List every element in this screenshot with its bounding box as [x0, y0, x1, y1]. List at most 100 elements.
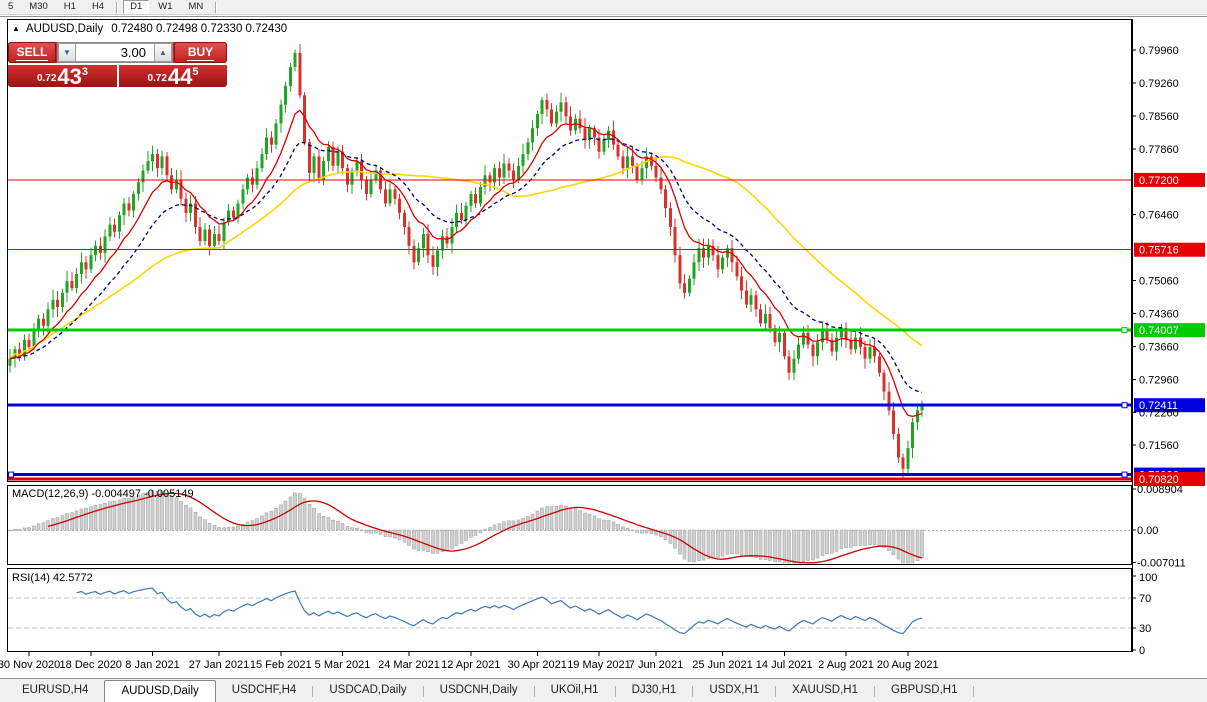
macd-histogram-bar: [754, 529, 758, 559]
macd-histogram-bar: [226, 526, 231, 531]
timeframe-button-w1[interactable]: W1: [151, 0, 179, 14]
macd-histogram-bar: [663, 529, 668, 541]
timeframe-button-mn[interactable]: MN: [182, 0, 211, 14]
timeframe-button-h4[interactable]: H4: [85, 0, 111, 14]
price-tick-label: 0.73660: [1139, 341, 1179, 353]
tab-dj30-h1[interactable]: DJ30,H1: [616, 679, 693, 702]
macd-histogram-bar: [877, 529, 882, 546]
tab-audusd-daily[interactable]: AUDUSD,Daily: [104, 680, 216, 702]
macd-histogram-bar: [587, 513, 592, 531]
terminal-window: 0.772000.757160.740070.724110.709360.708…: [0, 0, 1207, 702]
symbol-label: AUDUSD,Daily: [25, 23, 104, 35]
timeframe-button-d1[interactable]: D1: [123, 0, 150, 14]
tab-gbpusd-h1[interactable]: GBPUSD,H1: [875, 679, 973, 702]
tab-ukoil-h1[interactable]: UKOil,H1: [535, 679, 615, 702]
line-handle[interactable]: [8, 471, 14, 478]
macd-histogram-bar: [445, 529, 449, 552]
macd-histogram-bar: [692, 529, 696, 563]
macd-histogram-bar: [673, 529, 677, 549]
macd-tick-label: 0.008904: [1137, 484, 1183, 496]
sell-price-display[interactable]: 0.72 43 3: [8, 64, 117, 89]
date-tick-label: 5 Mar 2021: [315, 659, 371, 671]
macd-histogram-bar: [307, 504, 312, 531]
macd-histogram-bar: [231, 526, 236, 531]
macd-histogram-bar: [545, 506, 549, 531]
price-tick-label: 0.71560: [1139, 440, 1179, 452]
macd-histogram-bar: [668, 529, 673, 544]
macd-histogram-bar: [374, 529, 378, 534]
macd-histogram-bar: [768, 529, 772, 561]
macd-histogram-bar: [811, 529, 815, 561]
volume-input[interactable]: 3.00: [76, 43, 154, 62]
macd-histogram-bar: [763, 529, 768, 560]
chart-canvas[interactable]: 0.772000.757160.740070.724110.709360.708…: [0, 0, 1207, 702]
macd-histogram-bar: [473, 529, 478, 536]
macd-histogram-bar: [22, 527, 27, 531]
rsi-tick-label: 30: [1139, 623, 1151, 635]
timeframe-button-h1[interactable]: H1: [57, 0, 83, 14]
tab-usdchf-h4[interactable]: USDCHF,H4: [216, 679, 313, 702]
macd-histogram-bar: [806, 529, 810, 561]
macd-histogram-bar: [321, 516, 326, 531]
date-tick-label: 27 Jan 2021: [189, 659, 250, 671]
macd-histogram-bar: [492, 524, 497, 531]
macd-histogram-bar: [882, 529, 886, 548]
line-handle[interactable]: [1121, 327, 1128, 334]
macd-histogram-bar: [435, 529, 440, 554]
macd-histogram-bar: [89, 506, 93, 531]
macd-histogram-bar: [203, 519, 207, 531]
tab-usdx-h1[interactable]: USDX,H1: [693, 679, 775, 702]
one-click-trade-panel: SELL ▼ 3.00 ▲ BUY 0.72 43 3 0.72 44 5: [8, 42, 227, 89]
toolbar-separator: [116, 1, 119, 13]
macd-histogram-bar: [179, 500, 183, 531]
macd-histogram-bar: [849, 529, 853, 548]
line-handle[interactable]: [1121, 471, 1128, 478]
tab-xauusd-h1[interactable]: XAUUSD,H1: [776, 679, 874, 702]
macd-histogram-bar: [440, 529, 445, 552]
timeframe-button-5[interactable]: 5: [1, 0, 20, 14]
line-handle[interactable]: [1121, 402, 1128, 409]
timeframe-button-m30[interactable]: M30: [22, 0, 54, 14]
tab-usdcad-daily[interactable]: USDCAD,Daily: [313, 679, 422, 702]
price-tick-label: 0.79260: [1139, 78, 1179, 90]
sell-price-big-digits: 43: [57, 64, 82, 89]
macd-histogram-bar: [459, 529, 464, 544]
buy-button[interactable]: BUY: [174, 42, 227, 63]
tab-eurusd-h4[interactable]: EURUSD,H4: [6, 679, 104, 702]
chart-tab-bar: EURUSD,H4 AUDUSD,Daily USDCHF,H4 USDCAD,Dai…: [0, 678, 1207, 702]
macd-histogram-bar: [483, 529, 487, 531]
macd-histogram-bar: [792, 529, 796, 564]
buy-price-display[interactable]: 0.72 44 5: [119, 65, 227, 88]
macd-histogram-bar: [169, 495, 174, 531]
macd-signal-value: -0.005149: [144, 488, 194, 500]
macd-histogram-bar: [454, 529, 459, 546]
macd-histogram-bar: [464, 529, 468, 541]
macd-histogram-bar: [326, 517, 331, 531]
macd-histogram-bar: [41, 522, 46, 531]
macd-histogram-bar: [535, 510, 540, 531]
sell-price-pip-digit: 3: [81, 66, 89, 78]
macd-histogram-bar: [739, 529, 744, 556]
date-tick-label: 12 Apr 2021: [441, 659, 500, 671]
volume-increase-button[interactable]: ▲: [154, 43, 172, 62]
macd-histogram-bar: [345, 526, 350, 531]
macd-histogram-bar: [834, 529, 839, 552]
macd-histogram-bar: [820, 529, 825, 556]
tab-usdcnh-daily[interactable]: USDCNH,Daily: [424, 679, 534, 702]
macd-histogram-bar: [478, 529, 483, 533]
macd-histogram-bar: [388, 529, 392, 538]
macd-histogram-bar: [74, 510, 79, 531]
macd-histogram-bar: [32, 525, 36, 531]
collapse-icon[interactable]: ▲: [12, 24, 20, 33]
macd-histogram-bar: [720, 529, 725, 557]
macd-histogram-bar: [46, 520, 50, 531]
macd-histogram-bar: [758, 529, 763, 560]
macd-histogram-bar: [682, 529, 687, 560]
macd-histogram-bar: [36, 523, 41, 531]
macd-histogram-bar: [198, 516, 202, 531]
volume-decrease-button[interactable]: ▼: [58, 43, 76, 62]
macd-histogram-bar: [554, 506, 559, 531]
macd-histogram-bar: [469, 529, 473, 538]
sell-button[interactable]: SELL: [8, 42, 56, 63]
date-tick-label: 30 Nov 2020: [0, 659, 60, 671]
